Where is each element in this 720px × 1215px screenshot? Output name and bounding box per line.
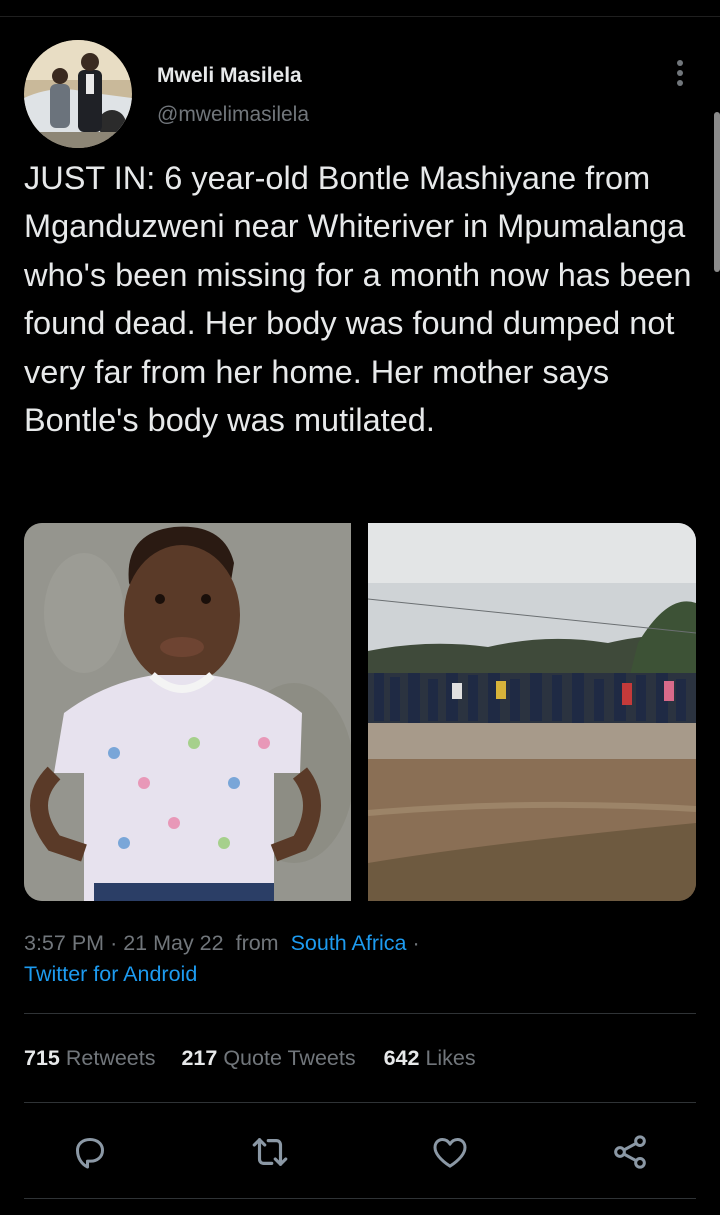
scrollbar[interactable] — [714, 112, 720, 272]
author-name[interactable]: Mweli Masilela — [157, 64, 302, 88]
media-photo-crowd[interactable] — [368, 523, 696, 901]
from-label: from — [235, 931, 279, 955]
divider — [24, 1198, 696, 1199]
divider — [24, 1013, 696, 1014]
likes-label: Likes — [425, 1046, 476, 1070]
tweet-time[interactable]: 3:57 PM — [24, 931, 104, 955]
meta-separator: · — [412, 931, 420, 955]
reply-icon — [76, 1138, 104, 1169]
meta-separator: · — [110, 931, 124, 955]
quotes-label: Quote Tweets — [223, 1046, 356, 1070]
retweets-label: Retweets — [65, 1046, 156, 1070]
share-icon — [614, 1135, 646, 1169]
quote-tweets-stat[interactable]: 217 Quote Tweets — [181, 1046, 355, 1070]
author-handle[interactable]: @mwelimasilela — [157, 103, 309, 127]
like-button[interactable] — [429, 1131, 471, 1173]
engagement-stats: 715 Retweets 217 Quote Tweets 642 Likes — [24, 1042, 476, 1074]
retweets-count: 715 — [24, 1046, 60, 1070]
divider — [24, 1102, 696, 1103]
tweet-media — [24, 523, 696, 901]
reply-button[interactable] — [69, 1131, 111, 1173]
retweet-button[interactable] — [249, 1131, 291, 1173]
likes-stat[interactable]: 642 Likes — [384, 1046, 476, 1070]
more-vertical-icon — [677, 60, 683, 86]
tweet-source[interactable]: Twitter for Android — [24, 958, 197, 991]
heart-icon — [433, 1138, 467, 1168]
avatar[interactable] — [24, 40, 132, 148]
quotes-count: 217 — [181, 1046, 218, 1070]
more-options-button[interactable] — [662, 58, 698, 88]
media-photo-child[interactable] — [24, 523, 351, 901]
retweet-icon — [252, 1138, 288, 1166]
top-divider — [0, 16, 720, 17]
tweet-meta: 3:57 PM · 21 May 22 from South Africa · — [24, 927, 420, 960]
tweet-date[interactable]: 21 May 22 — [123, 931, 223, 955]
retweets-stat[interactable]: 715 Retweets — [24, 1046, 155, 1070]
tweet-location[interactable]: South Africa — [291, 931, 407, 955]
tweet-text: JUST IN: 6 year-old Bontle Mashiyane fro… — [24, 160, 692, 439]
share-button[interactable] — [609, 1131, 651, 1173]
likes-count: 642 — [383, 1046, 420, 1070]
